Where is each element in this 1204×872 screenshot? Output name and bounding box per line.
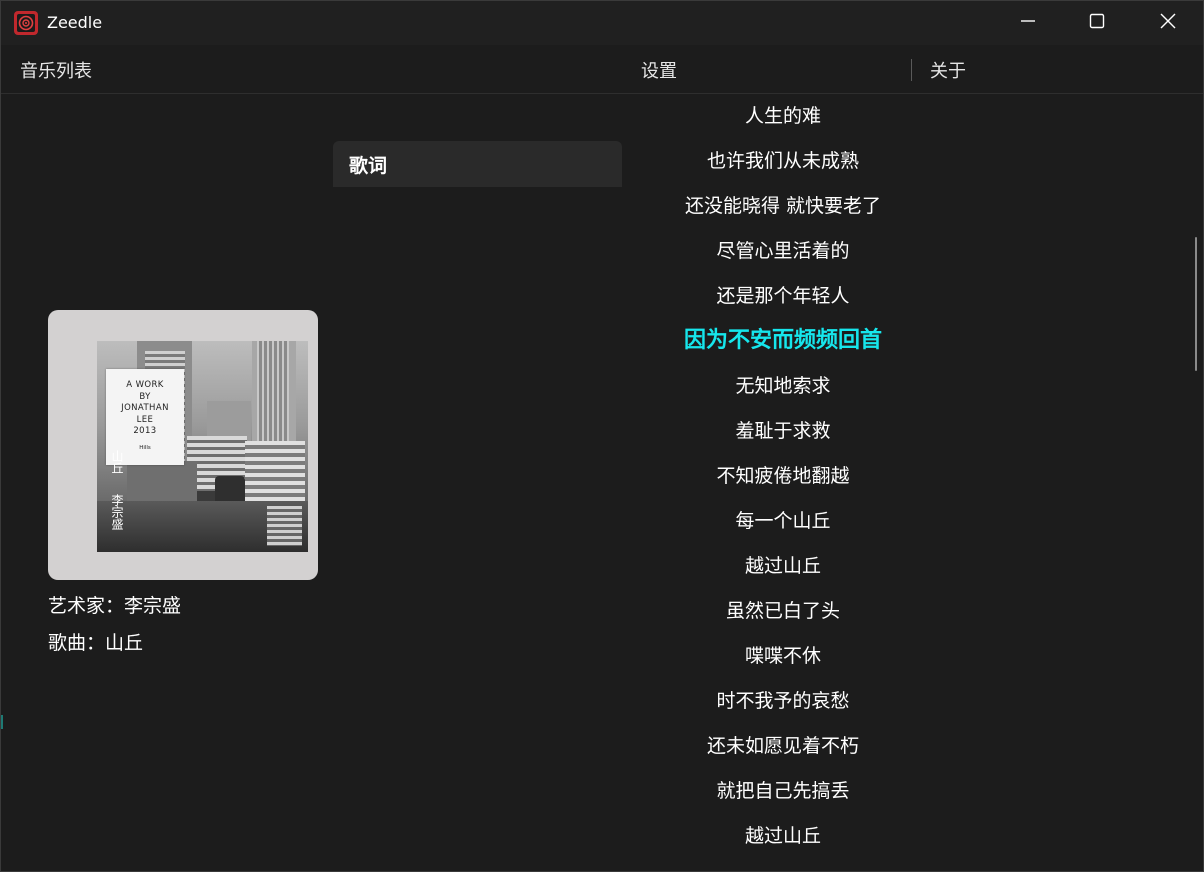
lyric-line: 越过山丘: [744, 825, 821, 847]
lyrics-scrollbar[interactable]: [1195, 237, 1197, 371]
zeedle-app-icon: [14, 11, 38, 35]
tab-bar: 音乐列表 歌词 设置 关于: [1, 47, 1203, 187]
lyric-line: 不知疲倦地翻越: [716, 465, 850, 487]
lyric-line: 就把自己先搞丢: [716, 780, 850, 802]
cover-vertical-artist: 李宗盛: [110, 494, 124, 530]
tab-about[interactable]: 关于: [912, 47, 1203, 93]
app-window: Zeedle 音乐列表 歌词 设置 关于 A WORK BY JONATHAN …: [0, 0, 1204, 872]
tab-music-list[interactable]: 音乐列表: [1, 47, 333, 93]
lyric-line: 还未如愿见着不朽: [706, 735, 859, 757]
cover-card-line: LEE: [136, 414, 154, 425]
lyric-line: 尽管心里活着的: [716, 240, 850, 262]
app-title: Zeedle: [47, 13, 103, 32]
cover-card-line: BY: [139, 391, 151, 402]
song-label: 歌曲：山丘: [48, 632, 144, 654]
cover-card-line: 2013: [133, 426, 157, 436]
lyric-line: 还是那个年轻人: [716, 285, 850, 307]
tab-label: 设置: [641, 61, 677, 82]
lyric-line: 还没能晓得 就快要老了: [684, 195, 882, 217]
maximize-icon: [1089, 13, 1105, 33]
cover-vertical-title: 山丘: [110, 450, 124, 474]
artist-label: 艺术家：李宗盛: [48, 595, 182, 617]
album-cover-image: A WORK BY JONATHAN LEE 2013 Hills: [97, 341, 308, 552]
lyric-line: 时不我予的哀愁: [716, 690, 850, 712]
lyric-line: 羞耻于求救: [735, 420, 831, 442]
lyric-line: 也许我们从未成熟: [706, 150, 859, 172]
lyric-line: 虽然已白了头: [725, 600, 840, 622]
lyric-line: 每一个山丘: [735, 510, 831, 532]
maximize-button[interactable]: [1074, 1, 1120, 45]
window-edge-accent: [1, 715, 3, 729]
tab-label: 关于: [930, 61, 966, 82]
cover-card-line: JONATHAN: [121, 403, 169, 413]
tab-label: 音乐列表: [20, 61, 92, 82]
lyric-line: 喋喋不休: [744, 645, 821, 667]
cover-card-line: A WORK: [126, 380, 164, 390]
tab-settings[interactable]: 设置: [622, 47, 912, 93]
lyric-line: 越过山丘: [744, 555, 821, 577]
title-bar: Zeedle: [1, 1, 1203, 45]
lyric-line: 人生的难: [744, 105, 821, 127]
minimize-icon: [1020, 13, 1036, 33]
lyric-line-current: 因为不安而频频回首: [683, 328, 882, 353]
close-button[interactable]: [1145, 1, 1191, 45]
lyric-line: 无知地索求: [735, 375, 831, 397]
album-art-frame: A WORK BY JONATHAN LEE 2013 Hills 山丘 李宗盛: [48, 310, 318, 580]
tab-label: 歌词: [349, 154, 388, 177]
tab-lyrics[interactable]: 歌词: [333, 141, 622, 187]
minimize-button[interactable]: [1005, 1, 1051, 45]
close-icon: [1160, 13, 1176, 33]
